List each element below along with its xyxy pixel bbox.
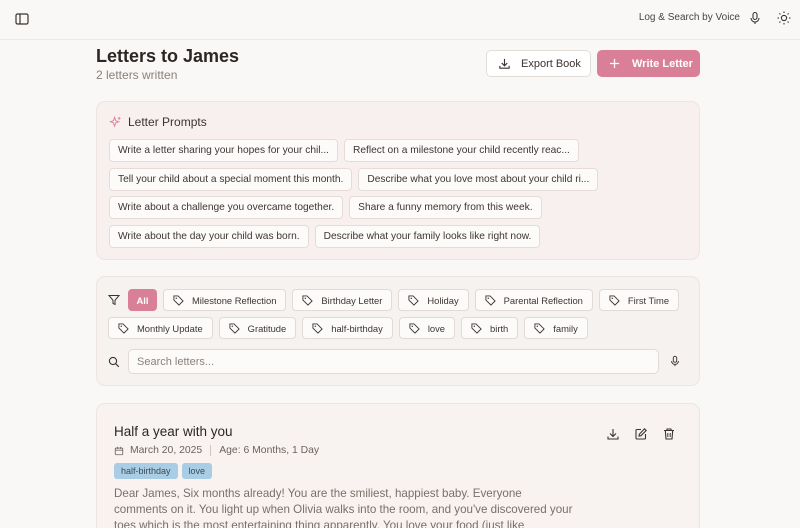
top-bar: Log & Search by Voice: [0, 0, 800, 40]
tag-icon: [118, 322, 129, 334]
tag-label: Monthly Update: [137, 322, 203, 334]
tag-label: Milestone Reflection: [192, 294, 277, 306]
tag-filter-chip[interactable]: Milestone Reflection: [163, 289, 287, 311]
letter-card[interactable]: Half a year with you March 20, 2025 Age:…: [96, 403, 700, 528]
tag-icon: [485, 294, 496, 306]
tag-label: birth: [490, 322, 509, 334]
search-icon: [108, 356, 120, 368]
filter-all-button[interactable]: All: [128, 289, 157, 311]
letter-date: March 20, 2025: [130, 445, 203, 456]
mic-icon[interactable]: [748, 11, 762, 25]
prompt-chip[interactable]: Tell your child about a special moment t…: [109, 168, 353, 191]
export-book-button[interactable]: Export Book: [486, 50, 591, 77]
search-bar: [108, 349, 659, 374]
tag-filter-chip[interactable]: family: [524, 317, 588, 339]
prompt-row: Write about the day your child was born.…: [109, 225, 541, 248]
tag-icon: [173, 294, 184, 306]
edit-letter-icon[interactable]: [634, 427, 648, 441]
prompt-chip[interactable]: Describe what you love most about your c…: [358, 168, 599, 191]
download-letter-icon[interactable]: [606, 427, 620, 441]
letter-meta: March 20, 2025 Age: 6 Months, 1 Day: [114, 445, 319, 456]
tag-label: First Time: [627, 294, 670, 306]
search-mic-icon[interactable]: [669, 355, 681, 367]
tag-filter-chip[interactable]: Gratitude: [218, 317, 297, 339]
sparkles-icon: [109, 115, 122, 129]
letter-title: Half a year with you: [114, 424, 233, 439]
tag-filter-chip[interactable]: Holiday: [398, 289, 469, 311]
prompts-heading: Letter Prompts: [128, 115, 207, 129]
tag-icon: [471, 322, 482, 334]
letter-actions: [606, 427, 676, 441]
filter-panel: All Milestone Reflection Birthday Letter…: [96, 276, 700, 386]
tag-icon: [609, 294, 620, 306]
tag-filter-chip[interactable]: Parental Reflection: [474, 289, 593, 311]
write-letter-button[interactable]: Write Letter: [597, 50, 700, 77]
tag-filter-chip[interactable]: Birthday Letter: [292, 289, 393, 311]
theme-toggle-sun-icon[interactable]: [776, 10, 792, 26]
voice-log-link[interactable]: Log & Search by Voice: [639, 12, 740, 23]
tag-icon: [229, 322, 240, 334]
plus-icon: [609, 58, 620, 69]
letter-tag: half-birthday: [114, 463, 178, 479]
filter-icon: [108, 294, 120, 306]
tag-label: Parental Reflection: [503, 294, 583, 306]
tag-filter-chip[interactable]: First Time: [598, 289, 680, 311]
tag-filter-row: All Milestone Reflection Birthday Letter…: [108, 289, 680, 311]
search-input[interactable]: [128, 349, 659, 374]
prompt-chip[interactable]: Write about a challenge you overcame tog…: [109, 196, 344, 219]
download-icon: [498, 57, 511, 70]
letter-tag: love: [181, 463, 213, 479]
prompt-row: Write a letter sharing your hopes for yo…: [109, 139, 579, 162]
meta-divider: [210, 445, 212, 456]
tag-filter-chip[interactable]: birth: [461, 317, 519, 339]
tag-label: Gratitude: [247, 322, 287, 334]
page-title: Letters to James: [96, 46, 240, 66]
tag-filter-chip[interactable]: half-birthday: [302, 317, 393, 339]
tag-icon: [408, 294, 420, 306]
tag-label: Birthday Letter: [321, 294, 383, 306]
letter-preview: Dear James, Six months already! You are …: [114, 487, 573, 528]
tag-filter-chip[interactable]: Monthly Update: [108, 317, 213, 339]
prompt-row: Tell your child about a special moment t…: [109, 168, 599, 191]
tag-label: love: [427, 322, 446, 334]
prompt-chip[interactable]: Describe what your family looks like rig…: [314, 225, 541, 248]
export-book-label: Export Book: [521, 57, 581, 70]
calendar-icon: [114, 446, 124, 456]
prompt-chip[interactable]: Write a letter sharing your hopes for yo…: [109, 139, 339, 162]
tag-icon: [302, 294, 314, 306]
prompt-chip[interactable]: Write about the day your child was born.: [109, 225, 309, 248]
prompt-chip[interactable]: Share a funny memory from this week.: [349, 196, 542, 219]
prompt-chip[interactable]: Reflect on a milestone your child recent…: [344, 139, 579, 162]
tag-label: Holiday: [427, 294, 459, 306]
write-letter-label: Write Letter: [632, 57, 693, 70]
tag-label: family: [553, 322, 578, 334]
tag-icon: [534, 322, 546, 334]
tag-icon: [409, 322, 420, 334]
letter-prompts-panel: Letter Prompts Write a letter sharing yo…: [96, 101, 700, 260]
prompts-header: Letter Prompts: [109, 115, 207, 129]
tag-filter-row: Monthly Update Gratitude half-birthday l…: [108, 317, 588, 339]
letter-tags: half-birthday love: [114, 463, 213, 479]
sidebar-toggle-icon[interactable]: [14, 11, 30, 27]
tag-icon: [312, 322, 323, 334]
tag-label: half-birthday: [331, 322, 383, 334]
letter-count: 2 letters written: [96, 68, 178, 82]
letter-age: Age: 6 Months, 1 Day: [219, 445, 320, 456]
prompt-row: Write about a challenge you overcame tog…: [109, 196, 542, 219]
delete-letter-icon[interactable]: [662, 427, 676, 441]
tag-filter-chip[interactable]: love: [398, 317, 456, 339]
